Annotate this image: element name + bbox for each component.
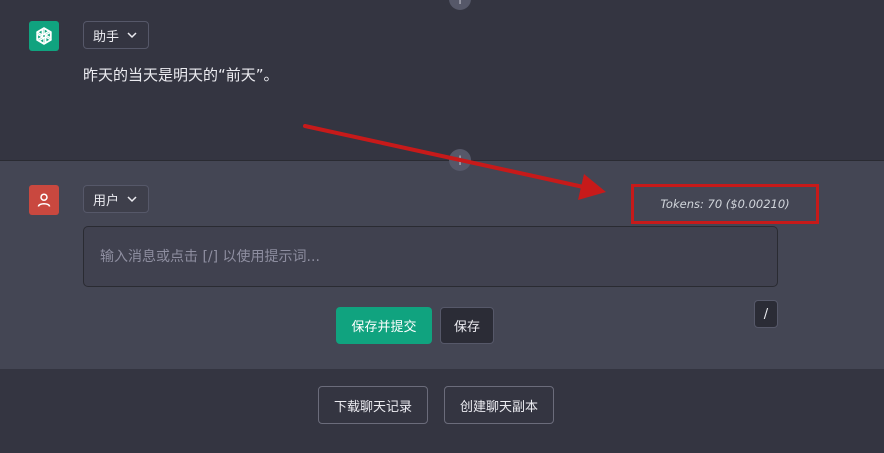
token-count-highlight: Tokens: 70 ($0.00210) (631, 184, 819, 224)
prompt-slash-button[interactable]: / (754, 300, 778, 328)
token-count: Tokens: 70 ($0.00210) (660, 197, 790, 211)
openai-logo-icon (36, 27, 52, 45)
insert-message-icon[interactable]: + (449, 149, 471, 171)
assistant-role-select[interactable]: 助手 (83, 21, 150, 49)
user-avatar (29, 185, 59, 215)
chevron-down-icon (127, 32, 137, 39)
copy-chat-button[interactable]: 创建聊天副本 (444, 386, 554, 424)
download-chat-button[interactable]: 下载聊天记录 (318, 386, 428, 424)
assistant-avatar (29, 21, 59, 51)
user-role-label: 用户 (93, 193, 120, 209)
chevron-down-icon (127, 196, 137, 203)
message-input[interactable] (83, 226, 778, 287)
save-and-submit-button[interactable]: 保存并提交 (336, 307, 432, 344)
assistant-role-label: 助手 (93, 29, 120, 45)
footer (0, 369, 884, 453)
user-icon (37, 193, 51, 207)
assistant-message-text: 昨天的当天是明天的“前天”。 (83, 66, 279, 84)
save-button[interactable]: 保存 (440, 307, 494, 344)
user-role-select[interactable]: 用户 (83, 185, 150, 213)
